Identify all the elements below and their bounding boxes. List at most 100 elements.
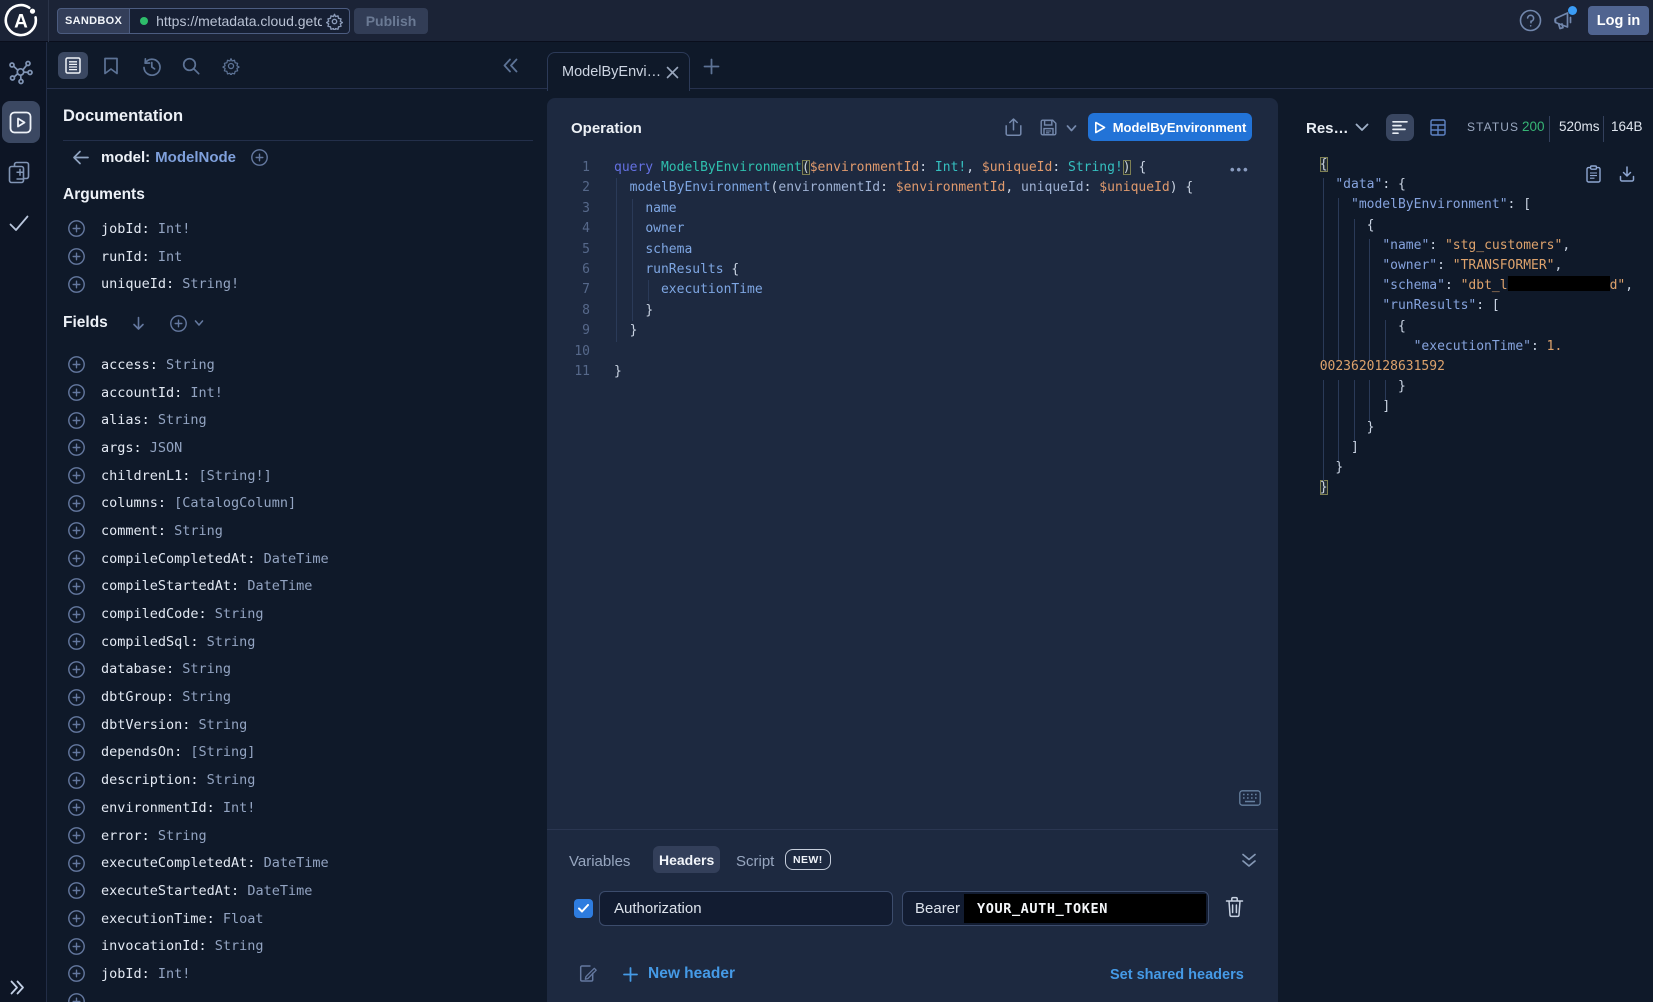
doc-field-type[interactable]: String: [207, 772, 256, 788]
operation-editor[interactable]: 1query ModelByEnvironment($environmentId…: [547, 157, 1278, 829]
doc-field-name[interactable]: args:: [101, 440, 150, 456]
doc-field-type[interactable]: String: [207, 634, 256, 650]
doc-field-type[interactable]: String: [182, 661, 231, 677]
response-json-line[interactable]: {: [1320, 155, 1328, 175]
doc-field-name[interactable]: environmentId:: [101, 800, 223, 816]
close-tab-icon[interactable]: [666, 66, 679, 79]
add-field-icon[interactable]: [68, 827, 85, 844]
add-field-icon[interactable]: [68, 550, 85, 567]
doc-field-type[interactable]: String: [199, 717, 248, 733]
doc-field-name[interactable]: compiledCode:: [101, 606, 215, 622]
doc-field-name[interactable]: dbtVersion:: [101, 717, 199, 733]
collapse-docs-icon[interactable]: [502, 57, 519, 74]
doc-field-name[interactable]: description:: [101, 772, 207, 788]
doc-field-name[interactable]: columns:: [101, 495, 174, 511]
doc-field-name[interactable]: invocationId:: [101, 938, 215, 954]
doc-field-type[interactable]: DateTime: [247, 883, 312, 899]
add-field-icon[interactable]: [68, 716, 85, 733]
add-field-icon[interactable]: [68, 882, 85, 899]
doc-field-type[interactable]: [CatalogColumn]: [174, 495, 296, 511]
auth-token-chip[interactable]: YOUR_AUTH_TOKEN: [964, 894, 1206, 923]
changelog-icon[interactable]: [7, 160, 31, 184]
set-shared-headers-button[interactable]: Set shared headers: [1110, 967, 1244, 983]
response-json-line[interactable]: ]: [1320, 397, 1390, 417]
delete-header-icon[interactable]: [1225, 896, 1244, 918]
doc-field-type[interactable]: JSON: [150, 440, 183, 456]
run-operation-button[interactable]: ModelByEnvironment: [1088, 113, 1252, 141]
add-field-icon[interactable]: [68, 661, 85, 678]
download-response-icon[interactable]: [1619, 166, 1635, 182]
doc-field-name[interactable]: childrenL1:: [101, 468, 199, 484]
doc-field-name[interactable]: accountId:: [101, 385, 190, 401]
endpoint-url-box[interactable]: https://metadata.cloud.getdbt.com/graphq…: [130, 8, 350, 34]
add-field-icon[interactable]: [68, 855, 85, 872]
checks-icon[interactable]: [8, 212, 30, 234]
operation-tab[interactable]: ModelByEnvironment: [547, 52, 690, 91]
doc-field-name[interactable]: compiledSql:: [101, 634, 207, 650]
schema-graph-icon[interactable]: [8, 60, 33, 85]
response-json-line[interactable]: {: [1320, 317, 1406, 337]
share-icon[interactable]: [1005, 118, 1022, 137]
editor-code-line[interactable]: }: [614, 301, 653, 321]
table-view-icon[interactable]: [1430, 119, 1446, 136]
add-field-icon[interactable]: [68, 412, 85, 429]
response-json-line[interactable]: "data": {: [1320, 175, 1406, 195]
doc-field-type[interactable]: String!: [182, 276, 239, 292]
add-model-icon[interactable]: [251, 149, 268, 166]
editor-code-line[interactable]: }: [614, 362, 622, 382]
sandbox-badge[interactable]: SANDBOX: [57, 8, 130, 34]
add-field-icon[interactable]: [68, 772, 85, 789]
add-field-icon[interactable]: [68, 439, 85, 456]
add-field-icon[interactable]: [68, 993, 85, 1002]
doc-field-type[interactable]: [String!]: [199, 468, 272, 484]
tab-headers[interactable]: Headers: [653, 846, 720, 873]
back-icon[interactable]: [72, 150, 89, 165]
add-field-icon[interactable]: [68, 384, 85, 401]
settings-gear-icon[interactable]: [222, 57, 240, 75]
expand-rail-icon[interactable]: [9, 979, 26, 996]
add-field-icon[interactable]: [68, 467, 85, 484]
doc-field-name[interactable]: access:: [101, 357, 166, 373]
sort-fields-icon[interactable]: [131, 316, 146, 331]
doc-field-type[interactable]: Int!: [158, 966, 191, 982]
endpoint-settings-icon[interactable]: [326, 13, 343, 30]
add-field-icon[interactable]: [68, 356, 85, 373]
add-field-icon[interactable]: [68, 578, 85, 595]
response-json-line[interactable]: "name": "stg_customers",: [1320, 236, 1570, 256]
add-field-icon[interactable]: [68, 522, 85, 539]
editor-code-line[interactable]: }: [614, 321, 637, 341]
response-title[interactable]: Res…: [1306, 120, 1349, 137]
endpoint-url-text[interactable]: https://metadata.cloud.getdbt.com/graphq…: [156, 13, 322, 29]
header-value-input[interactable]: Bearer YOUR_AUTH_TOKEN: [902, 891, 1209, 926]
editor-code-line[interactable]: schema: [614, 240, 692, 260]
search-icon[interactable]: [182, 57, 200, 75]
response-json-line[interactable]: {: [1320, 216, 1375, 236]
response-json-line[interactable]: "owner": "TRANSFORMER",: [1320, 256, 1563, 276]
login-button[interactable]: Log in: [1588, 6, 1649, 35]
doc-field-type[interactable]: Int!: [158, 221, 191, 237]
tab-script[interactable]: Script: [736, 853, 774, 870]
doc-field-type[interactable]: String: [166, 357, 215, 373]
doc-field-name[interactable]: jobId:: [101, 966, 158, 982]
add-field-icon[interactable]: [68, 276, 85, 293]
bookmarks-icon[interactable]: [103, 57, 119, 75]
doc-field-name[interactable]: executionTime:: [101, 911, 223, 927]
doc-field-name[interactable]: dbtGroup:: [101, 689, 182, 705]
doc-field-name[interactable]: compileStartedAt:: [101, 578, 247, 594]
editor-code-line[interactable]: modelByEnvironment(environmentId: $envir…: [614, 178, 1193, 198]
editor-code-line[interactable]: runResults {: [614, 260, 739, 280]
response-json-line[interactable]: }: [1320, 418, 1375, 438]
editor-code-line[interactable]: query ModelByEnvironment($environmentId:…: [614, 158, 1146, 178]
doc-field-type[interactable]: Int!: [190, 385, 223, 401]
help-icon[interactable]: [1519, 9, 1542, 32]
doc-field-type[interactable]: String: [215, 606, 264, 622]
raw-view-icon[interactable]: [1392, 120, 1408, 135]
explorer-icon[interactable]: [9, 111, 32, 134]
add-field-icon[interactable]: [68, 495, 85, 512]
copy-response-icon[interactable]: [1586, 165, 1601, 183]
add-fields-caret-icon[interactable]: [194, 318, 204, 328]
doc-field-type[interactable]: String: [174, 523, 223, 539]
doc-field-name[interactable]: uniqueId:: [101, 276, 182, 292]
save-icon[interactable]: [1040, 119, 1057, 136]
response-json-line[interactable]: "schema": "dbt_ld",: [1320, 276, 1633, 296]
